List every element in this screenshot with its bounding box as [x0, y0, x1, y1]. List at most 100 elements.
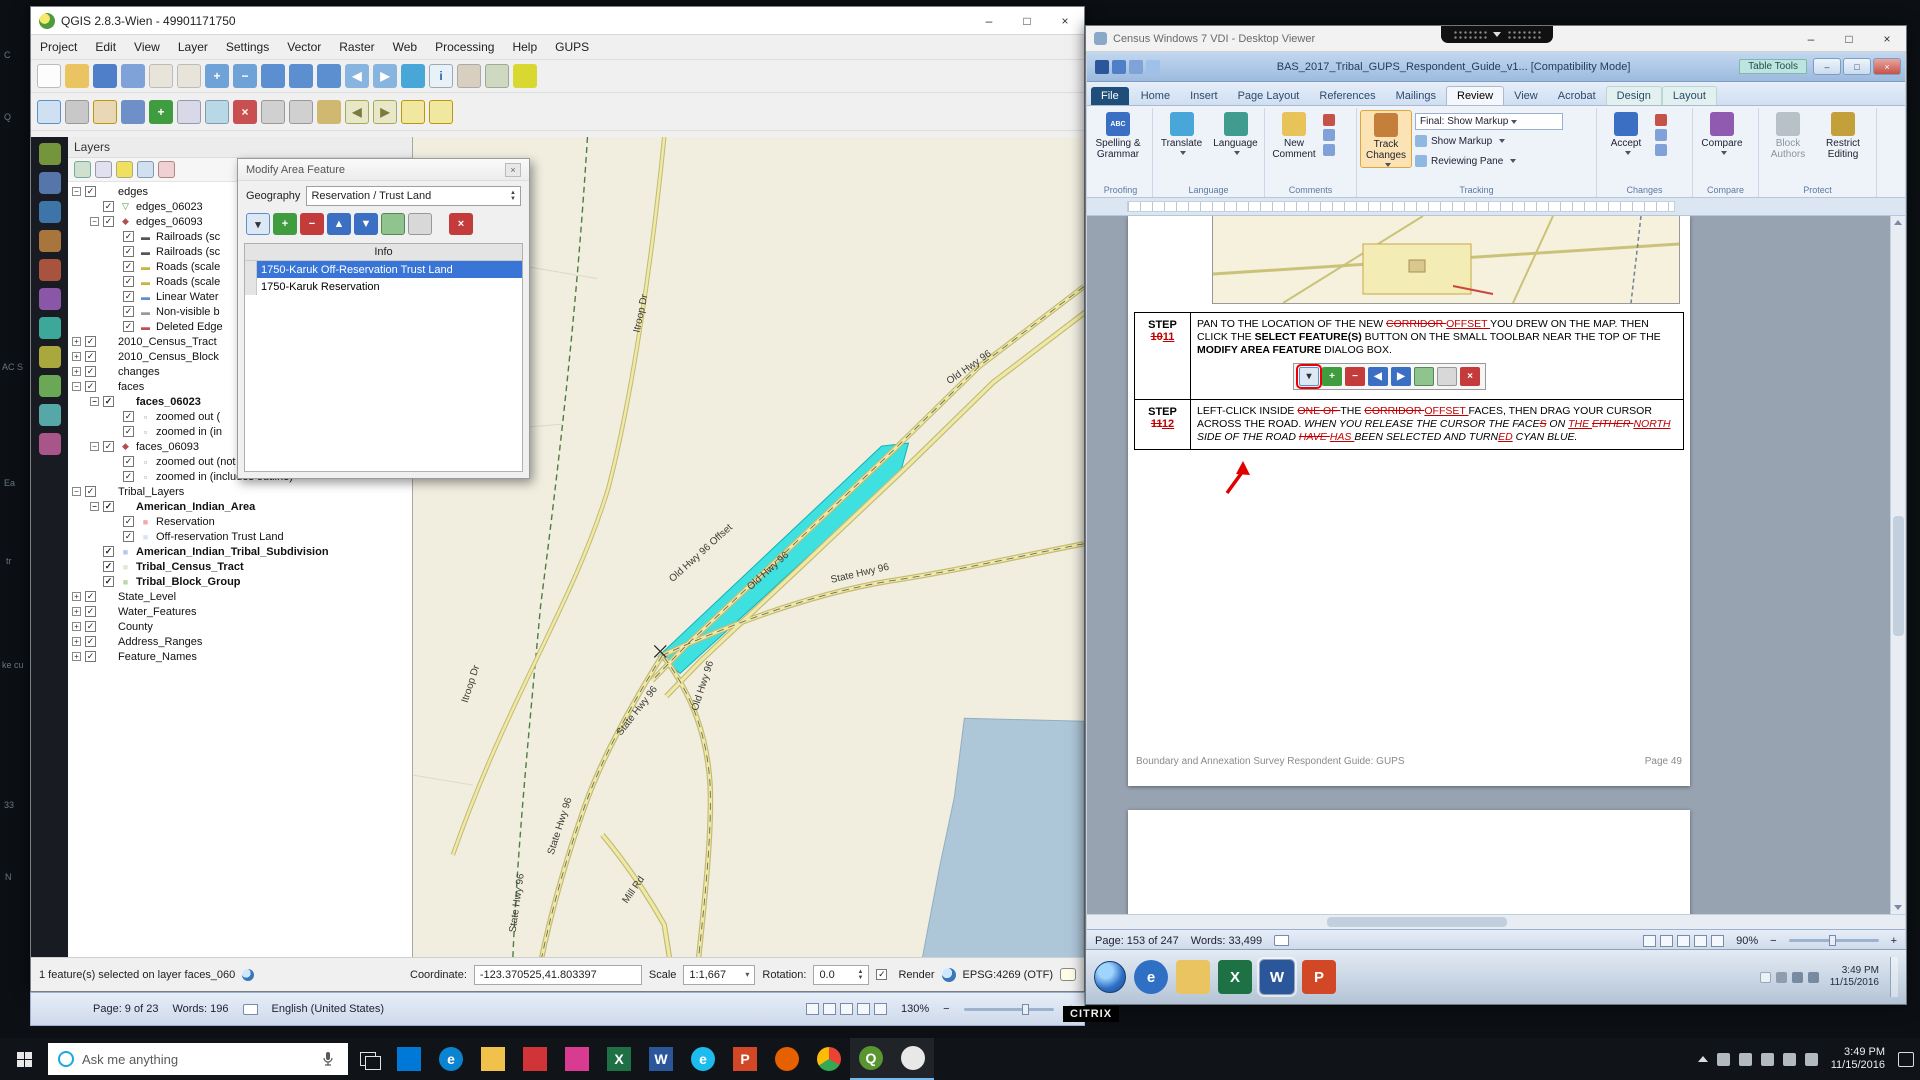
pan-map-icon[interactable] — [149, 64, 173, 88]
render-checkbox[interactable]: ✓ — [876, 969, 887, 980]
geography-select[interactable]: Reservation / Trust Land ▲▼ — [306, 186, 521, 206]
volume-icon[interactable] — [1805, 1053, 1818, 1066]
layer-checkbox[interactable]: ✓ — [123, 471, 134, 482]
task-view-button[interactable] — [348, 1038, 388, 1080]
menu-item[interactable]: Project — [31, 35, 86, 59]
layer-checkbox[interactable]: ✓ — [85, 366, 96, 377]
layer-checkbox[interactable]: ✓ — [123, 426, 134, 437]
chrome-icon[interactable] — [808, 1038, 850, 1080]
layer-checkbox[interactable]: ✓ — [85, 186, 96, 197]
new-project-icon[interactable] — [37, 64, 61, 88]
info-table-row[interactable]: 1750-Karuk Reservation — [245, 278, 522, 295]
move-feature-icon[interactable] — [177, 100, 201, 124]
filter-legend-icon[interactable] — [116, 161, 133, 178]
outline-view-icon[interactable] — [1694, 935, 1707, 947]
toggle-editing-icon[interactable] — [93, 100, 117, 124]
add-delimited-text-icon[interactable] — [39, 346, 61, 368]
zoom-out-icon[interactable]: − — [1770, 935, 1776, 947]
layer-checkbox[interactable]: ✓ — [103, 396, 114, 407]
previous-change-icon[interactable] — [1655, 129, 1667, 141]
deselect-all-icon[interactable] — [429, 100, 453, 124]
document-page[interactable] — [1128, 810, 1690, 914]
horizontal-scrollbar[interactable] — [1087, 914, 1905, 929]
ribbon-tab[interactable]: Home — [1131, 87, 1180, 105]
add-postgis-layer-icon[interactable] — [39, 201, 61, 223]
document-area[interactable]: STEP 1011 PAN TO THE LOCATION OF THE NEW… — [1087, 216, 1905, 914]
draft-view-icon[interactable] — [1711, 935, 1724, 947]
display-for-review-select[interactable]: Final: Show Markup — [1415, 113, 1563, 130]
identify-icon[interactable]: i — [429, 64, 453, 88]
expander-icon[interactable]: − — [90, 442, 99, 451]
menu-item[interactable]: View — [125, 35, 169, 59]
reviewing-pane-button[interactable]: Reviewing Pane — [1415, 152, 1563, 170]
cut-features-icon[interactable] — [261, 100, 285, 124]
layer-checkbox[interactable]: ✓ — [85, 621, 96, 632]
move-down-icon[interactable]: ▼ — [354, 213, 378, 235]
language-button[interactable]: Language — [1210, 110, 1261, 155]
show-on-map-icon[interactable] — [381, 213, 405, 235]
network-icon[interactable] — [1792, 972, 1803, 983]
delete-comment-icon[interactable] — [1323, 114, 1335, 126]
word-count[interactable]: Words: 33,499 — [1191, 935, 1262, 947]
zoom-slider-thumb[interactable] — [1829, 935, 1836, 946]
layer-tree-item[interactable]: ✓ ■ Tribal_Census_Tract — [68, 559, 412, 574]
attribute-grid-icon[interactable] — [408, 213, 432, 235]
expander-icon[interactable]: + — [72, 352, 81, 361]
ribbon-tab[interactable]: Layout — [1662, 86, 1717, 105]
ribbon-tab[interactable]: Review — [1446, 86, 1504, 105]
layer-checkbox[interactable]: ✓ — [85, 606, 96, 617]
clock[interactable]: 3:49 PM 11/15/2016 — [1830, 965, 1879, 989]
excel-icon[interactable]: X — [1218, 960, 1252, 994]
current-edits-icon[interactable] — [65, 100, 89, 124]
layer-checkbox[interactable]: ✓ — [123, 456, 134, 467]
maximize-button[interactable]: □ — [1008, 7, 1046, 34]
show-desktop-button[interactable] — [1890, 957, 1898, 997]
add-wfs-layer-icon[interactable] — [39, 317, 61, 339]
store-icon[interactable] — [514, 1038, 556, 1080]
compare-button[interactable]: Compare — [1696, 110, 1748, 155]
add-group-icon[interactable] — [74, 161, 91, 178]
add-face-icon[interactable]: + — [273, 213, 297, 235]
ribbon-tab[interactable]: Mailings — [1386, 87, 1446, 105]
vertical-scrollbar[interactable] — [1890, 216, 1905, 914]
layer-checkbox[interactable]: ✓ — [85, 336, 96, 347]
expander-icon[interactable]: − — [90, 217, 99, 226]
combo-spinner-icon[interactable]: ▲▼ — [510, 190, 516, 202]
layer-checkbox[interactable]: ✓ — [103, 201, 114, 212]
layer-checkbox[interactable]: ✓ — [103, 561, 114, 572]
undo-icon[interactable] — [1129, 60, 1143, 74]
minimize-button[interactable]: – — [1813, 58, 1841, 75]
redo-icon[interactable]: ▶ — [373, 100, 397, 124]
zoom-out-icon[interactable]: − — [943, 1003, 949, 1015]
ribbon-tab[interactable]: File — [1091, 87, 1129, 105]
remove-face-icon[interactable]: − — [300, 213, 324, 235]
next-comment-icon[interactable] — [1323, 144, 1335, 156]
excel-icon[interactable]: X — [598, 1038, 640, 1080]
pen-icon[interactable] — [1717, 1053, 1730, 1066]
page-indicator[interactable]: Page: 153 of 247 — [1095, 935, 1179, 947]
expander-icon[interactable]: − — [72, 382, 81, 391]
word-count[interactable]: Words: 196 — [172, 1003, 228, 1015]
open-project-icon[interactable] — [65, 64, 89, 88]
zoom-to-layer-icon[interactable] — [317, 64, 341, 88]
save-edits-icon[interactable] — [121, 100, 145, 124]
qgis-title-bar[interactable]: QGIS 2.8.3-Wien - 49901171750 – □ × — [31, 7, 1084, 35]
info-table-row[interactable]: 1750-Karuk Off-Reservation Trust Land — [245, 261, 522, 278]
layer-checkbox[interactable]: ✓ — [103, 501, 114, 512]
save-icon[interactable] — [1112, 60, 1126, 74]
layer-checkbox[interactable]: ✓ — [123, 261, 134, 272]
location-icon[interactable] — [1739, 1053, 1752, 1066]
scroll-up-icon[interactable] — [1894, 220, 1902, 225]
ribbon-tab[interactable]: Page Layout — [1228, 87, 1310, 105]
internet-explorer-icon[interactable]: e — [682, 1038, 724, 1080]
maximize-button[interactable]: □ — [1830, 26, 1868, 51]
page-indicator[interactable]: Page: 9 of 23 — [93, 1003, 158, 1015]
qgis-icon[interactable]: Q — [850, 1038, 892, 1080]
block-authors-button[interactable]: Block Authors — [1762, 110, 1814, 160]
layer-checkbox[interactable]: ✓ — [85, 351, 96, 362]
menu-item[interactable]: Raster — [330, 35, 383, 59]
gps-tools-icon[interactable] — [39, 404, 61, 426]
layer-checkbox[interactable]: ✓ — [123, 516, 134, 527]
powerpoint-icon[interactable]: P — [724, 1038, 766, 1080]
dialog-title-bar[interactable]: Modify Area Feature × — [238, 159, 529, 181]
